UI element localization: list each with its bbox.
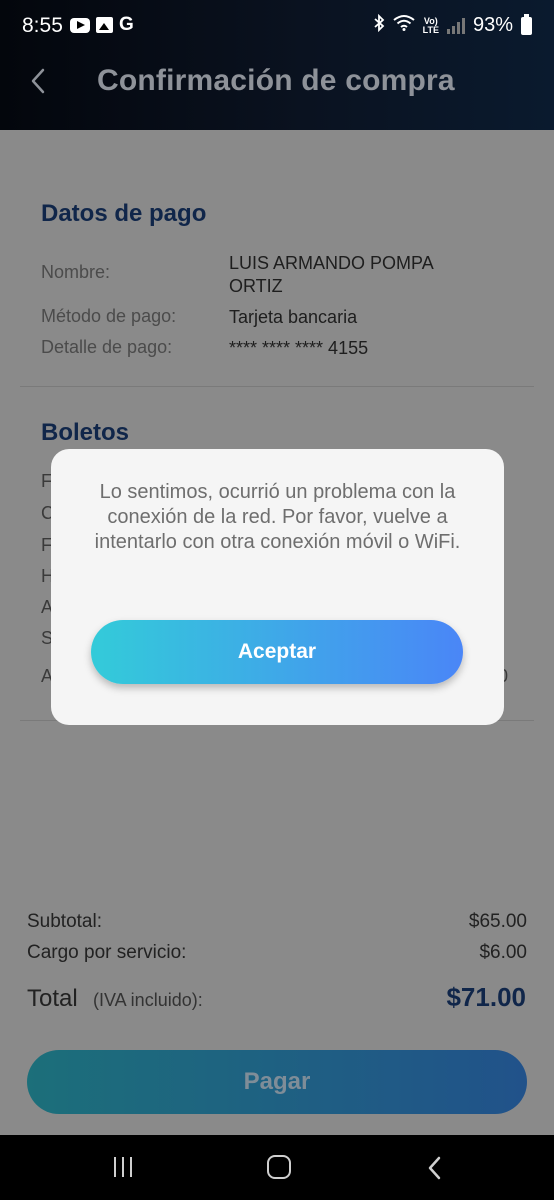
name-value: LUIS ARMANDO POMPA ORTIZ bbox=[229, 253, 433, 296]
pay-button[interactable]: Pagar bbox=[27, 1050, 527, 1114]
total-label: Total bbox=[27, 985, 78, 1012]
status-time: 8:55 bbox=[22, 14, 63, 37]
tickets-section-title: Boletos bbox=[41, 419, 130, 446]
total-tax-note: (IVA incluido): bbox=[93, 990, 203, 1010]
method-label: Método de pago: bbox=[41, 306, 177, 326]
gallery-icon bbox=[96, 17, 113, 33]
detail-value: **** **** **** 4155 bbox=[229, 338, 369, 358]
service-fee-label: Cargo por servicio: bbox=[27, 942, 187, 963]
battery-icon bbox=[521, 13, 532, 35]
volte-bottom: LTE bbox=[422, 24, 439, 35]
detail-label: Detalle de pago: bbox=[41, 337, 173, 357]
accept-button[interactable]: Aceptar bbox=[91, 620, 463, 684]
nav-back-icon[interactable] bbox=[424, 1155, 446, 1181]
system-icons: Vo) LTE 93% bbox=[373, 13, 532, 37]
subtotal-label: Subtotal: bbox=[27, 911, 102, 932]
dialog-message: Lo sentimos, ocurrió un problema con la … bbox=[94, 481, 461, 553]
recents-icon[interactable] bbox=[114, 1157, 132, 1177]
wifi-icon bbox=[393, 14, 415, 37]
top-bar: 8:55 G Vo) LTE 93% Confirmación de compr… bbox=[0, 0, 554, 130]
youtube-icon bbox=[70, 17, 90, 33]
divider bbox=[20, 386, 534, 387]
app-header: Confirmación de compra bbox=[0, 54, 554, 130]
accept-button-label: Aceptar bbox=[237, 640, 317, 663]
pay-button-label: Pagar bbox=[243, 1068, 311, 1095]
navigation-bar bbox=[0, 1135, 554, 1200]
method-value: Tarjeta bancaria bbox=[229, 307, 358, 327]
payment-section-title: Datos de pago bbox=[41, 200, 207, 227]
page-title: Confirmación de compra bbox=[97, 64, 455, 97]
volte-icon: Vo) LTE bbox=[422, 16, 439, 35]
chevron-left-icon bbox=[31, 68, 45, 94]
service-fee-value: $6.00 bbox=[479, 942, 527, 963]
bluetooth-icon bbox=[373, 13, 385, 37]
subtotal-value: $65.00 bbox=[468, 911, 527, 932]
total-value: $71.00 bbox=[446, 982, 526, 1012]
back-button[interactable] bbox=[24, 64, 60, 100]
home-icon[interactable] bbox=[267, 1155, 291, 1179]
battery-percent: 93% bbox=[472, 14, 513, 36]
name-label: Nombre: bbox=[41, 262, 111, 282]
notification-icons: G bbox=[70, 14, 134, 35]
status-bar: 8:55 G Vo) LTE 93% bbox=[0, 0, 554, 54]
google-icon: G bbox=[119, 14, 134, 35]
signal-icon bbox=[446, 17, 465, 34]
error-dialog: Lo sentimos, ocurrió un problema con la … bbox=[51, 449, 504, 725]
